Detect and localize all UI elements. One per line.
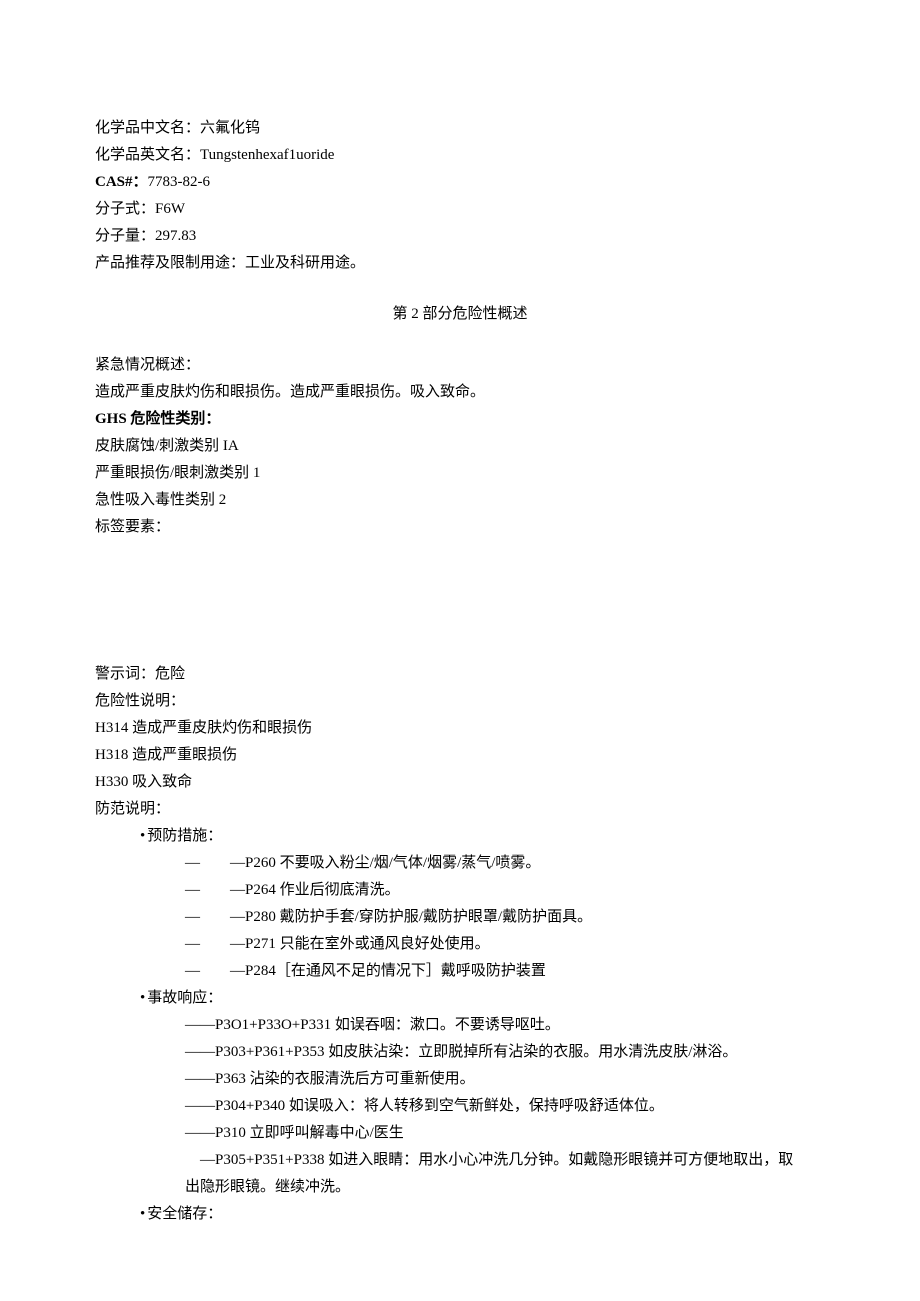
ghs-cat-1: 皮肤腐蚀/刺激类别 IA: [95, 433, 825, 460]
hazard-stmt-label: 危险性说明：: [95, 688, 825, 715]
use-value: 工业及科研用途。: [245, 255, 365, 271]
dash-icon: —: [185, 958, 215, 985]
p284-row: — —P284［在通风不足的情况下］戴呼吸防护装置: [95, 958, 825, 985]
dash-icon: —: [185, 931, 215, 958]
p271-row: — —P271 只能在室外或通风良好处使用。: [95, 931, 825, 958]
section2-title: 第 2 部分危险性概述: [95, 301, 825, 328]
p280-text: —P280 戴防护手套/穿防护服/戴防护眼罩/戴防护面具。: [230, 909, 592, 925]
use-label: 产品推荐及限制用途：: [95, 255, 245, 271]
formula-row: 分子式：F6W: [95, 196, 825, 223]
h318: H318 造成严重眼损伤: [95, 742, 825, 769]
mw-value: 297.83: [155, 228, 196, 244]
use-row: 产品推荐及限制用途：工业及科研用途。: [95, 250, 825, 277]
name-en-value: Tungstenhexaf1uoride: [200, 147, 334, 163]
signal-word-label: 警示词：: [95, 666, 155, 682]
p310-row: ——P310 立即呼叫解毒中心/医生: [95, 1120, 825, 1147]
p260-text: —P260 不要吸入粉尘/烟/气体/烟雾/蒸气/喷雾。: [230, 855, 540, 871]
dash-icon: —: [185, 904, 215, 931]
name-cn-label: 化学品中文名：: [95, 120, 200, 136]
response-header-text: 事故响应：: [147, 990, 222, 1006]
p264-text: —P264 作业后彻底清洗。: [230, 882, 400, 898]
p284-text: —P284［在通风不足的情况下］戴呼吸防护装置: [230, 963, 546, 979]
signal-word-row: 警示词：危险: [95, 661, 825, 688]
pictogram-placeholder: [95, 541, 825, 661]
cas-row: CAS#：7783-82-6: [95, 169, 825, 196]
storage-header-text: 安全储存：: [147, 1206, 222, 1222]
cas-value: 7783-82-6: [148, 174, 211, 190]
p305-row-1: —P305+P351+P338 如进入眼睛：用水小心冲洗几分钟。如戴隐形眼镜并可…: [95, 1147, 825, 1174]
ghs-cat-2: 严重眼损伤/眼刺激类别 1: [95, 460, 825, 487]
precaution-label: 防范说明：: [95, 796, 825, 823]
p363-row: ——P363 沾染的衣服清洗后方可重新使用。: [95, 1066, 825, 1093]
h314: H314 造成严重皮肤灼伤和眼损伤: [95, 715, 825, 742]
mw-row: 分子量：297.83: [95, 223, 825, 250]
mw-label: 分子量：: [95, 228, 155, 244]
signal-word-value: 危险: [155, 666, 185, 682]
p305-row-2: 出隐形眼镜。继续冲洗。: [95, 1174, 825, 1201]
emergency-label: 紧急情况概述：: [95, 352, 825, 379]
h330: H330 吸入致命: [95, 769, 825, 796]
cas-label: CAS#：: [95, 174, 148, 190]
p280-row: — —P280 戴防护手套/穿防护服/戴防护眼罩/戴防护面具。: [95, 904, 825, 931]
p301-row: ——P3O1+P33O+P331 如误吞咽：漱口。不要诱导呕吐。: [95, 1012, 825, 1039]
p260-row: — —P260 不要吸入粉尘/烟/气体/烟雾/蒸气/喷雾。: [95, 850, 825, 877]
prevention-header-text: 预防措施：: [147, 828, 222, 844]
p303-row: ——P303+P361+P353 如皮肤沾染：立即脱掉所有沾染的衣服。用水清洗皮…: [95, 1039, 825, 1066]
ghs-cat-3: 急性吸入毒性类别 2: [95, 487, 825, 514]
formula-label: 分子式：: [95, 201, 155, 217]
label-elements-label: 标签要素：: [95, 514, 825, 541]
p264-row: — —P264 作业后彻底清洗。: [95, 877, 825, 904]
name-en-label: 化学品英文名：: [95, 147, 200, 163]
formula-value: F6W: [155, 201, 185, 217]
p271-text: —P271 只能在室外或通风良好处使用。: [230, 936, 490, 952]
name-cn-value: 六氟化钨: [200, 120, 260, 136]
p304-row: ——P304+P340 如误吸入：将人转移到空气新鲜处，保持呼吸舒适体位。: [95, 1093, 825, 1120]
storage-header: 安全储存：: [95, 1201, 825, 1228]
prevention-header: 预防措施：: [95, 823, 825, 850]
name-en-row: 化学品英文名：Tungstenhexaf1uoride: [95, 142, 825, 169]
response-header: 事故响应：: [95, 985, 825, 1012]
dash-icon: —: [185, 850, 215, 877]
name-cn-row: 化学品中文名：六氟化钨: [95, 115, 825, 142]
emergency-text: 造成严重皮肤灼伤和眼损伤。造成严重眼损伤。吸入致命。: [95, 379, 825, 406]
dash-icon: —: [185, 877, 215, 904]
ghs-label: GHS 危险性类别：: [95, 406, 825, 433]
